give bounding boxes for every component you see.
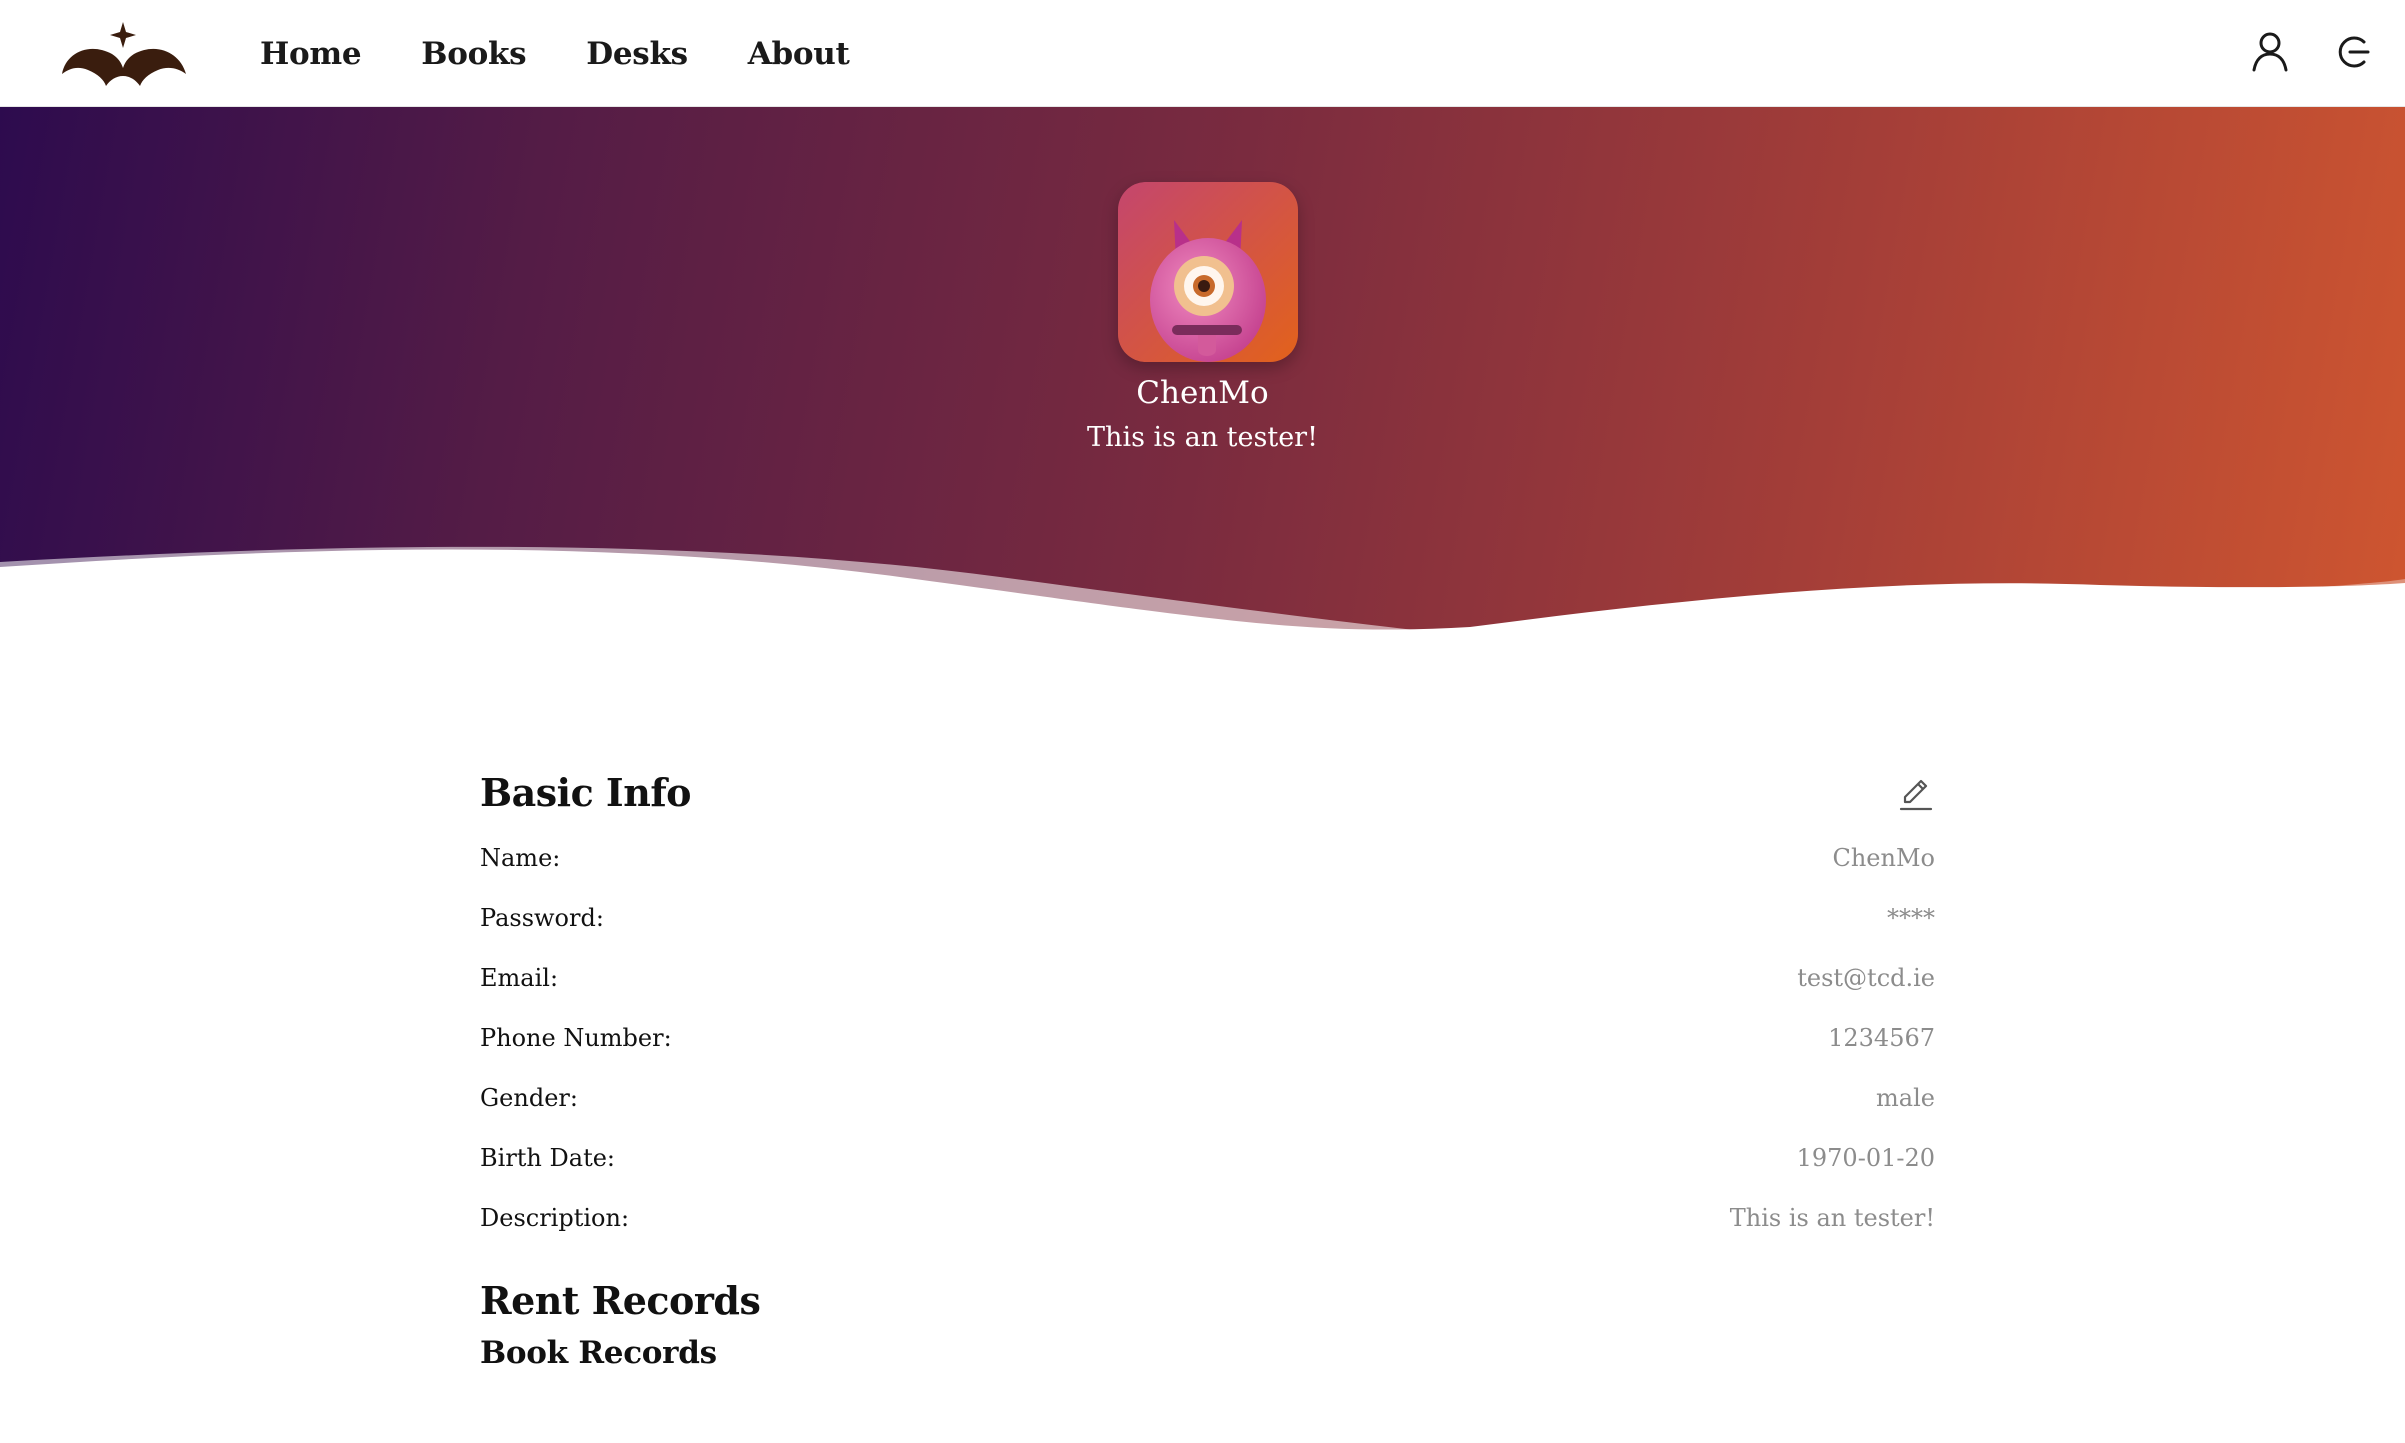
info-value: male <box>1876 1084 1935 1112</box>
info-row-birth-date: Birth Date: 1970-01-20 <box>480 1128 1935 1188</box>
info-value: 1970-01-20 <box>1796 1144 1935 1172</box>
info-row-description: Description: This is an tester! <box>480 1188 1935 1248</box>
nav-desks-link[interactable]: Desks <box>586 36 688 72</box>
rent-records-title: Rent Records <box>480 1278 761 1323</box>
nav-about-link[interactable]: About <box>748 36 850 72</box>
logo-icon[interactable] <box>60 18 190 88</box>
basic-info-list: Name: ChenMo Password: **** Email: test@… <box>480 828 1935 1248</box>
info-row-email: Email: test@tcd.ie <box>480 948 1935 1008</box>
info-label: Email: <box>480 964 559 992</box>
info-value: **** <box>1887 904 1935 932</box>
book-records-title: Book Records <box>480 1335 717 1371</box>
info-label: Birth Date: <box>480 1144 615 1172</box>
monster-avatar-icon <box>1118 182 1298 362</box>
nav-home-link[interactable]: Home <box>260 36 362 72</box>
info-label: Description: <box>480 1204 630 1232</box>
info-row-name: Name: ChenMo <box>480 828 1935 888</box>
nav-books-link[interactable]: Books <box>421 36 526 72</box>
profile-name: ChenMo <box>1136 375 1269 411</box>
info-row-password: Password: **** <box>480 888 1935 948</box>
info-label: Gender: <box>480 1084 578 1112</box>
info-label: Name: <box>480 844 561 872</box>
profile-content: Basic Info Name: ChenMo Password: **** E… <box>480 770 1935 1371</box>
info-label: Phone Number: <box>480 1024 672 1052</box>
nav-links: Home Books Desks About <box>260 0 910 107</box>
info-value: 1234567 <box>1828 1024 1935 1052</box>
pencil-icon[interactable] <box>1895 774 1935 814</box>
info-value: ChenMo <box>1832 844 1935 872</box>
info-value: This is an tester! <box>1729 1204 1935 1232</box>
profile-description: This is an tester! <box>1087 422 1318 453</box>
profile-hero-banner: ChenMo This is an tester! <box>0 107 2405 697</box>
user-icon[interactable] <box>2248 30 2292 74</box>
info-label: Password: <box>480 904 604 932</box>
top-navbar: Home Books Desks About <box>0 0 2405 107</box>
info-value: test@tcd.ie <box>1797 964 1935 992</box>
info-row-phone: Phone Number: 1234567 <box>480 1008 1935 1068</box>
info-row-gender: Gender: male <box>480 1068 1935 1128</box>
logout-icon[interactable] <box>2330 30 2374 74</box>
avatar[interactable] <box>1118 182 1298 362</box>
basic-info-header: Basic Info <box>480 770 1935 828</box>
basic-info-title: Basic Info <box>480 770 692 815</box>
